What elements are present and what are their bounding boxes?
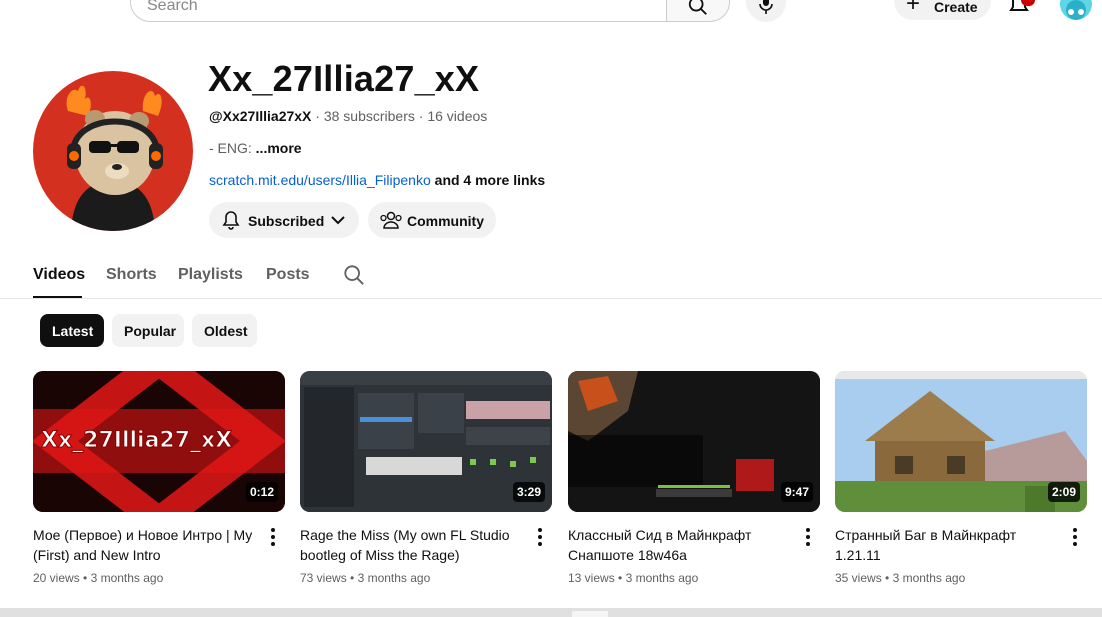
subscriber-count: 38 subscribers: [323, 108, 415, 124]
meta-separator: ·: [315, 108, 320, 124]
video-meta: 73 views • 3 months ago: [300, 571, 431, 585]
more-links-button[interactable]: and 4 more links: [435, 172, 545, 188]
channel-handle: @Xx27Illia27xX: [209, 108, 312, 124]
channel-avatar: [33, 71, 193, 231]
video-duration: 3:29: [512, 482, 545, 502]
user-avatar[interactable]: [1060, 0, 1092, 20]
channel-title: Xx_27Illia27_xX: [208, 58, 480, 99]
description-text: - ENG:: [209, 140, 252, 156]
microphone-icon: [759, 0, 773, 14]
upload-age: 3 months ago: [357, 571, 431, 585]
video-meta: 20 views • 3 months ago: [33, 571, 164, 585]
video-title[interactable]: Rage the Miss (My own FL Studio bootleg …: [300, 525, 522, 565]
chip-label: Latest: [52, 323, 94, 339]
video-thumbnail[interactable]: 9:47: [568, 371, 820, 512]
video-duration: 0:12: [245, 482, 278, 502]
search-input[interactable]: Search: [130, 0, 667, 22]
notification-badge: [1021, 0, 1035, 6]
video-card[interactable]: 3:29 Rage the Miss (My own FL Studio boo…: [300, 371, 552, 585]
chip-latest[interactable]: Latest: [40, 314, 104, 347]
tab-playlists[interactable]: Playlists: [178, 266, 243, 284]
chip-popular[interactable]: Popular: [112, 314, 184, 347]
tab-videos[interactable]: Videos: [33, 266, 85, 284]
meta-separator: ·: [418, 108, 424, 124]
video-meta: 13 views • 3 months ago: [568, 571, 699, 585]
bell-icon: [222, 211, 240, 230]
video-count: 16 videos: [427, 108, 488, 124]
people-icon: [380, 211, 402, 229]
video-card[interactable]: Xx_27Illia27_xX 0:12 Мое (Первое) и Ново…: [33, 371, 285, 585]
plus-icon: +: [906, 0, 921, 17]
scrollbar-thumb[interactable]: [572, 611, 608, 617]
tab-shorts[interactable]: Shorts: [106, 266, 157, 284]
view-count: 73 views: [300, 571, 347, 585]
chevron-down-icon: [331, 216, 345, 225]
voice-search-button[interactable]: [746, 0, 786, 22]
video-thumbnail[interactable]: Xx_27Illia27_xX 0:12: [33, 371, 285, 512]
video-card[interactable]: 2:09 Странный Баг в Майнкрафт 1.21.11 35…: [835, 371, 1087, 585]
subscribed-label: Subscribed: [248, 213, 325, 229]
video-thumbnail[interactable]: 2:09: [835, 371, 1087, 512]
description-more-link[interactable]: ...more: [256, 140, 302, 156]
video-card[interactable]: 9:47 Классный Сид в Майнкрафт Снапшоте 1…: [568, 371, 820, 585]
channel-external-link[interactable]: scratch.mit.edu/users/Illia_Filipenko: [209, 172, 431, 188]
chip-label: Oldest: [204, 323, 248, 339]
more-actions-icon[interactable]: [269, 528, 277, 546]
more-actions-icon[interactable]: [1071, 528, 1079, 546]
view-count: 13 views: [568, 571, 615, 585]
subscribed-button[interactable]: Subscribed: [209, 202, 359, 238]
search-icon: [688, 0, 707, 15]
upload-age: 3 months ago: [625, 571, 699, 585]
more-actions-icon[interactable]: [804, 528, 812, 546]
chip-oldest[interactable]: Oldest: [192, 314, 257, 347]
create-button[interactable]: + Create: [894, 0, 991, 20]
search-button[interactable]: [666, 0, 730, 22]
video-title[interactable]: Классный Сид в Майнкрафт Снапшоте 18w46a: [568, 525, 790, 565]
channel-description[interactable]: - ENG: ...more: [209, 140, 302, 156]
bear-logo-image: [66, 85, 163, 231]
view-count: 35 views: [835, 571, 882, 585]
channel-meta: @Xx27Illia27xX · 38 subscribers · 16 vid…: [209, 108, 487, 124]
video-duration: 9:47: [780, 482, 813, 502]
tab-posts[interactable]: Posts: [266, 266, 310, 284]
active-tab-indicator: [33, 296, 82, 298]
video-meta: 35 views • 3 months ago: [835, 571, 966, 585]
community-button[interactable]: Community: [368, 202, 496, 238]
video-title[interactable]: Странный Баг в Майнкрафт 1.21.11: [835, 525, 1057, 565]
video-thumbnail[interactable]: 3:29: [300, 371, 552, 512]
channel-links: scratch.mit.edu/users/Illia_Filipenko an…: [209, 172, 545, 188]
channel-tabs: Videos Shorts Playlists Posts: [0, 258, 1102, 299]
video-title[interactable]: Мое (Первое) и Новое Интро | My (First) …: [33, 525, 255, 565]
upload-age: 3 months ago: [892, 571, 966, 585]
user-avatar-image: [1066, 0, 1086, 20]
video-duration: 2:09: [1047, 482, 1080, 502]
view-count: 20 views: [33, 571, 80, 585]
horizontal-scrollbar[interactable]: [0, 608, 1102, 617]
search-placeholder: Search: [147, 0, 198, 14]
upload-age: 3 months ago: [90, 571, 164, 585]
channel-search-icon[interactable]: [343, 264, 365, 286]
more-actions-icon[interactable]: [536, 528, 544, 546]
create-label: Create: [934, 0, 978, 15]
community-label: Community: [407, 213, 484, 229]
thumbnail-title-text: Xx_27Illia27_xX: [41, 428, 232, 453]
chip-label: Popular: [124, 323, 177, 339]
